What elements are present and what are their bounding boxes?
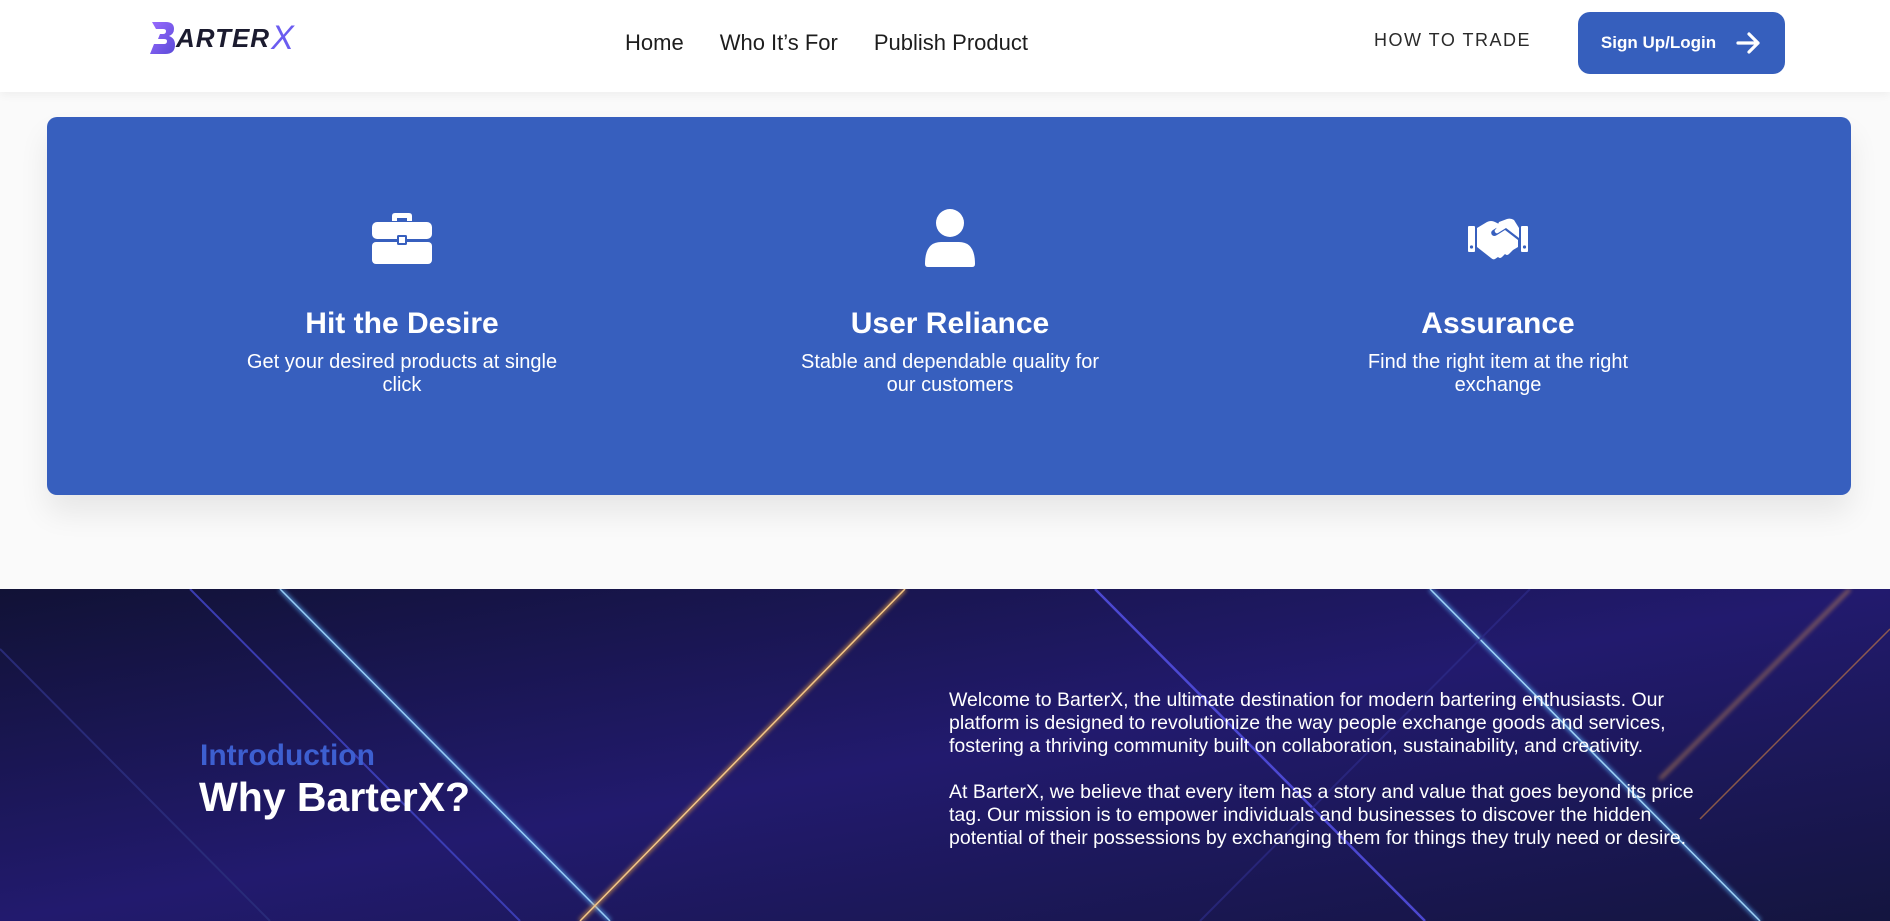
intro-title: Why BarterX? — [199, 774, 471, 820]
nav-publish-product[interactable]: Publish Product — [874, 30, 1028, 56]
feature-title: User Reliance — [850, 307, 1050, 340]
intro-paragraph: Welcome to BarterX, the ultimate destina… — [949, 689, 1666, 757]
intro-label: Introduction — [200, 739, 375, 772]
logo-x-mark: X — [271, 18, 295, 57]
feature-hit-the-desire: Hit the Desire Get your desired products… — [192, 207, 612, 397]
signup-login-label: Sign Up/Login — [1600, 33, 1717, 52]
feature-text: Get your desired products at single clic… — [246, 351, 558, 396]
main-nav: Home Who It’s For Publish Product — [625, 30, 1028, 56]
handshake-icon — [1288, 207, 1708, 269]
nav-home[interactable]: Home — [625, 30, 684, 56]
feature-user-reliance: User Reliance Stable and dependable qual… — [740, 207, 1160, 397]
features-card: Hit the Desire Get your desired products… — [47, 117, 1851, 495]
arrow-right-icon — [1736, 32, 1760, 54]
nav-who-its-for[interactable]: Who It’s For — [720, 30, 838, 56]
intro-paragraph: At BarterX, we believe that every item h… — [949, 781, 1694, 849]
signup-login-button[interactable]: Sign Up/Login — [1578, 12, 1785, 74]
logo[interactable]: ARTER X — [148, 18, 295, 58]
user-icon — [740, 207, 1160, 269]
feature-title: Assurance — [1421, 307, 1575, 340]
feature-text: Stable and dependable quality for our cu… — [800, 351, 1099, 396]
briefcase-icon — [192, 207, 612, 269]
feature-text: Find the right item at the right exchang… — [1367, 351, 1629, 396]
barterx-logo-b-icon — [150, 22, 175, 54]
how-to-trade-link[interactable]: HOW TO TRADE — [1374, 30, 1531, 51]
intro-text: Welcome to BarterX, the ultimate destina… — [949, 689, 1694, 873]
feature-assurance: Assurance Find the right item at the rig… — [1288, 207, 1708, 397]
feature-title: Hit the Desire — [305, 307, 499, 340]
logo-text: ARTER — [176, 22, 271, 53]
intro-section: Introduction Why BarterX? Welcome to Bar… — [0, 589, 1890, 921]
site-header: ARTER X Home Who It’s For Publish Produc… — [0, 0, 1890, 92]
